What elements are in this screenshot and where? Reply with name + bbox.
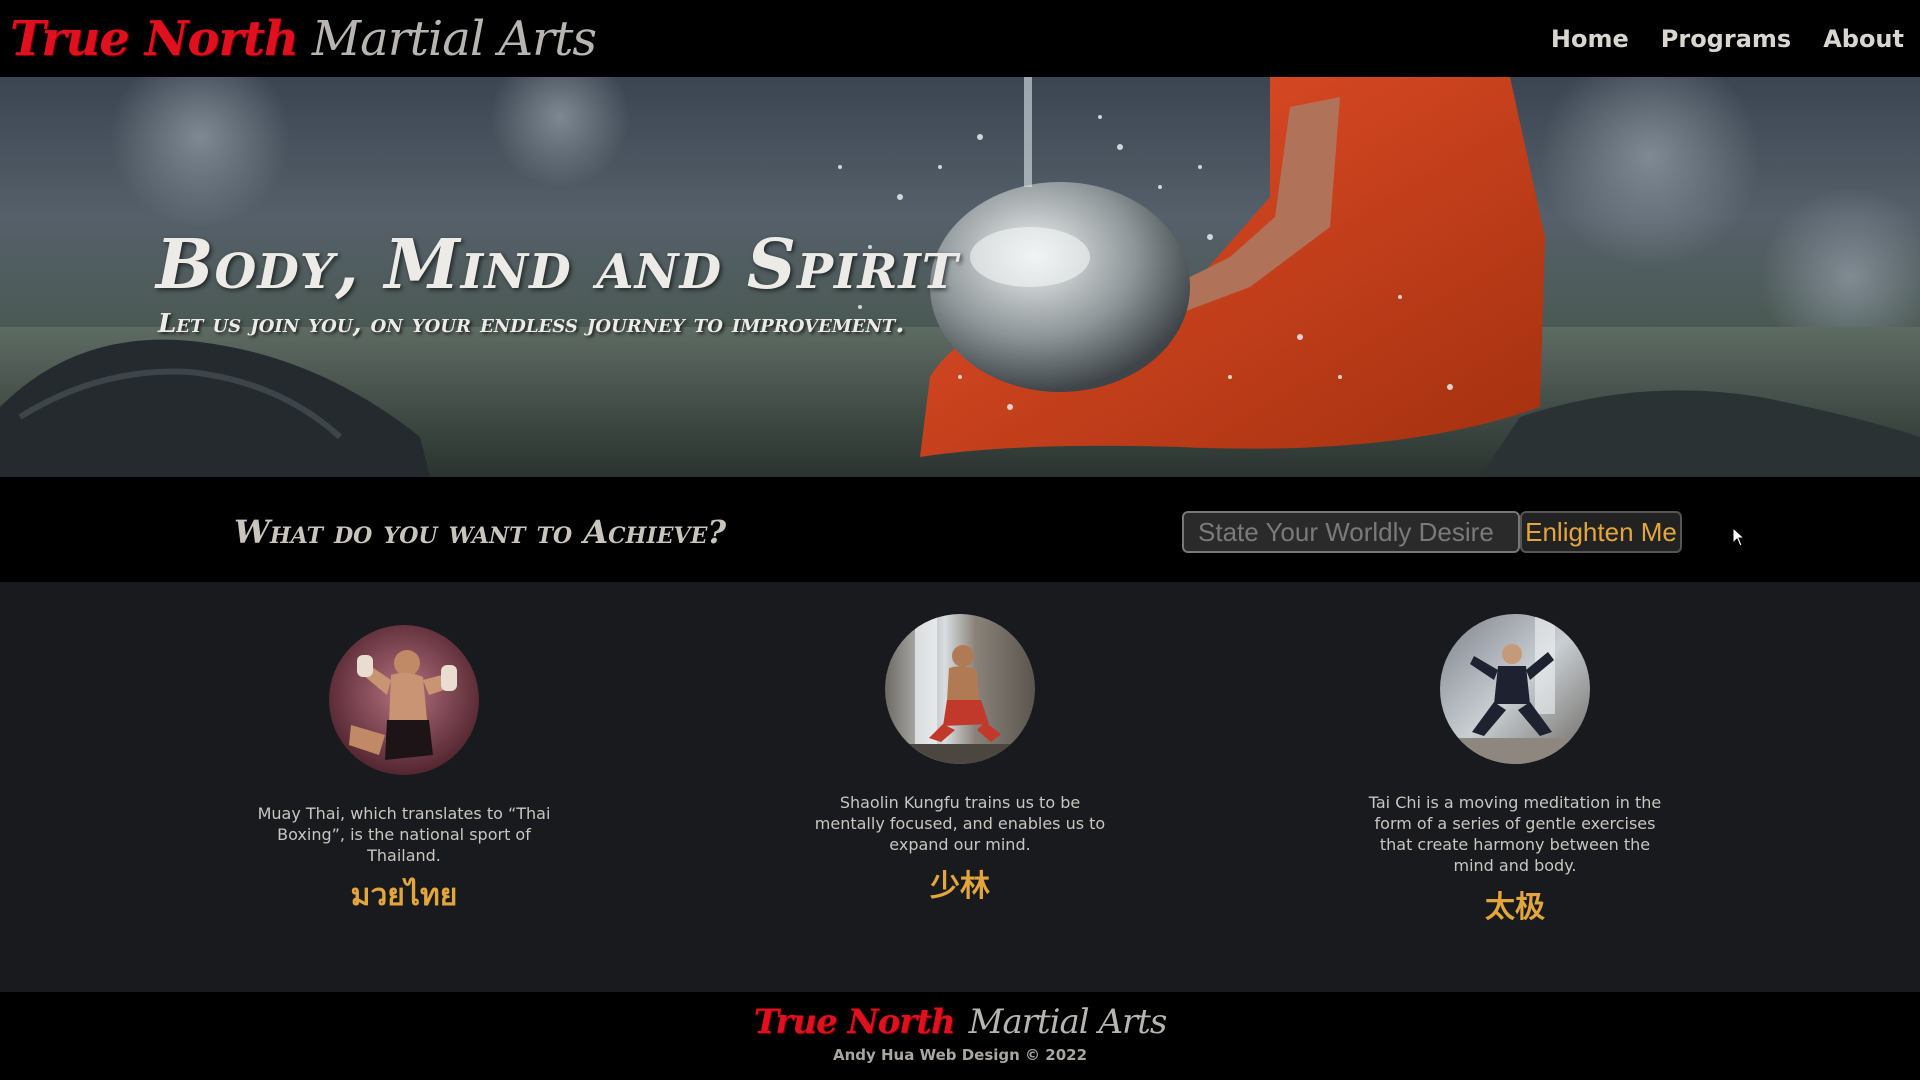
- footer-logo[interactable]: True North Martial Arts: [0, 1002, 1920, 1042]
- site-logo[interactable]: True North Martial Arts: [10, 10, 597, 67]
- footer-logo-true-north: True North: [753, 1002, 956, 1042]
- logo-true-north: True North: [10, 10, 299, 67]
- achieve-question: What do you want to Achieve?: [234, 513, 727, 551]
- achieve-bar: What do you want to Achieve? Enlighten M…: [0, 477, 1920, 582]
- shaolin-native-name: 少林: [930, 869, 990, 904]
- tai-chi-description: Tai Chi is a moving meditation in the fo…: [1368, 793, 1662, 875]
- enlighten-me-button[interactable]: Enlighten Me: [1520, 511, 1682, 553]
- muay-thai-native-name: มวยไทย: [350, 878, 458, 913]
- shaolin-image[interactable]: [885, 614, 1035, 764]
- tai-chi-image[interactable]: [1440, 614, 1590, 764]
- program-card-muay-thai[interactable]: Muay Thai, which translates to “Thai Box…: [254, 625, 554, 919]
- muay-thai-description: Muay Thai, which translates to “Thai Box…: [257, 804, 551, 865]
- nav-home[interactable]: Home: [1551, 25, 1629, 53]
- mouse-cursor-icon: [1732, 527, 1746, 547]
- footer-logo-martial-arts: Martial Arts: [968, 1002, 1168, 1042]
- logo-martial-arts: Martial Arts: [311, 10, 597, 67]
- hero-subtitle: Let us join you, on your endless journey…: [158, 309, 905, 339]
- hero-banner: Body, Mind and Spirit Let us join you, o…: [0, 77, 1920, 477]
- nav-about[interactable]: About: [1823, 25, 1904, 53]
- muay-thai-image[interactable]: [329, 625, 479, 775]
- program-card-tai-chi[interactable]: Tai Chi is a moving meditation in the fo…: [1365, 614, 1665, 926]
- site-footer: True North Martial Arts Andy Hua Web Des…: [0, 992, 1920, 1080]
- desire-input[interactable]: [1182, 511, 1520, 553]
- program-card-shaolin[interactable]: Shaolin Kungfu trains us to be mentally …: [810, 614, 1110, 905]
- main-nav: Home Programs About: [1551, 25, 1904, 53]
- site-header: True North Martial Arts Home Programs Ab…: [0, 0, 1920, 77]
- shaolin-description: Shaolin Kungfu trains us to be mentally …: [814, 793, 1106, 854]
- hero-title: Body, Mind and Spirit: [156, 225, 959, 305]
- tai-chi-native-name: 太极: [1485, 890, 1545, 925]
- footer-credit: Andy Hua Web Design © 2022: [832, 1046, 1088, 1064]
- programs-section: Muay Thai, which translates to “Thai Box…: [0, 582, 1920, 992]
- nav-programs[interactable]: Programs: [1661, 25, 1791, 53]
